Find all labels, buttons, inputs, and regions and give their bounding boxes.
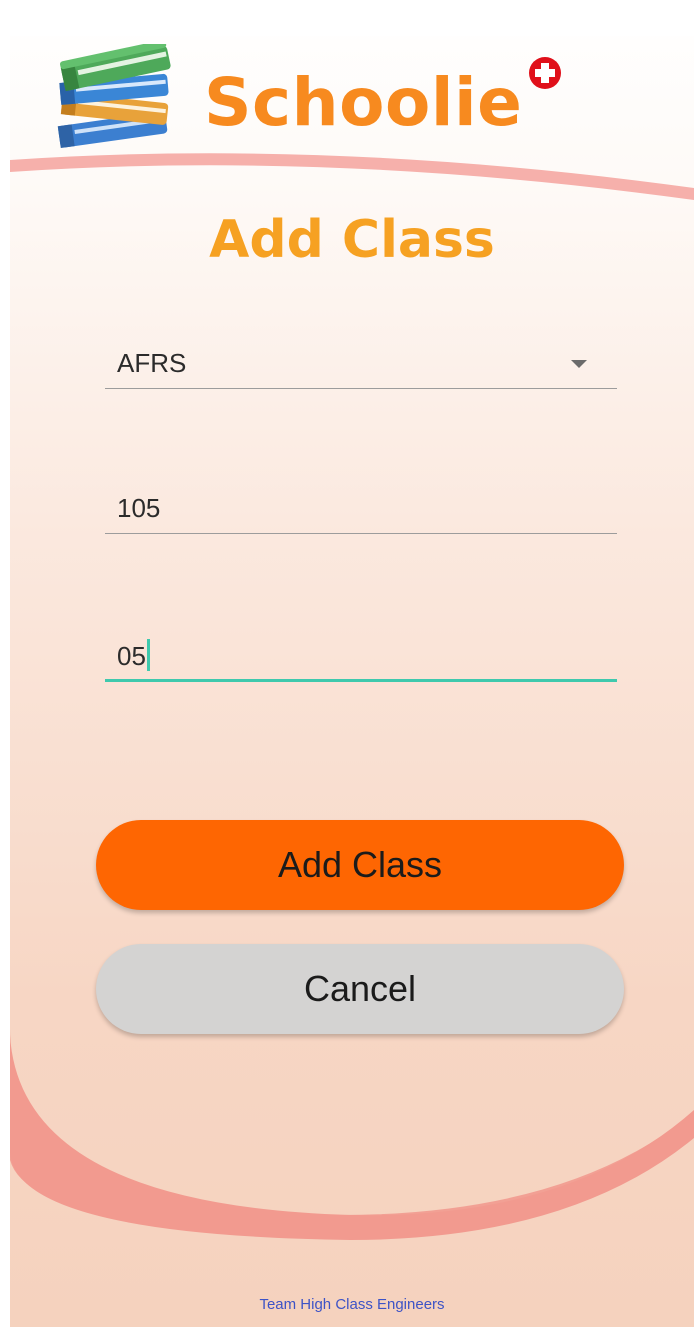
section-field-content: 05 (117, 639, 150, 672)
course-number-input[interactable]: 105 (105, 487, 617, 534)
books-stack-icon (57, 44, 171, 149)
plus-badge-icon (529, 57, 561, 89)
footer-credits: Team High Class Engineers (259, 1296, 445, 1313)
section-input[interactable]: 05 (105, 633, 617, 682)
dropdown-arrow-icon[interactable] (571, 360, 587, 368)
page-title: Add Class (209, 210, 495, 270)
text-cursor (146, 639, 150, 671)
cancel-button[interactable]: Cancel (96, 944, 624, 1034)
app-header: Schoolie (10, 36, 694, 166)
department-dropdown[interactable]: AFRS (105, 342, 617, 389)
course-number-value: 105 (117, 493, 161, 523)
add-class-button[interactable]: Add Class (96, 820, 624, 910)
app-screen: Schoolie Add Class AFRS 105 05 Add Class… (10, 0, 694, 1327)
app-title: Schoolie (204, 64, 523, 141)
department-value: AFRS (117, 348, 187, 378)
section-value: 05 (117, 641, 146, 671)
